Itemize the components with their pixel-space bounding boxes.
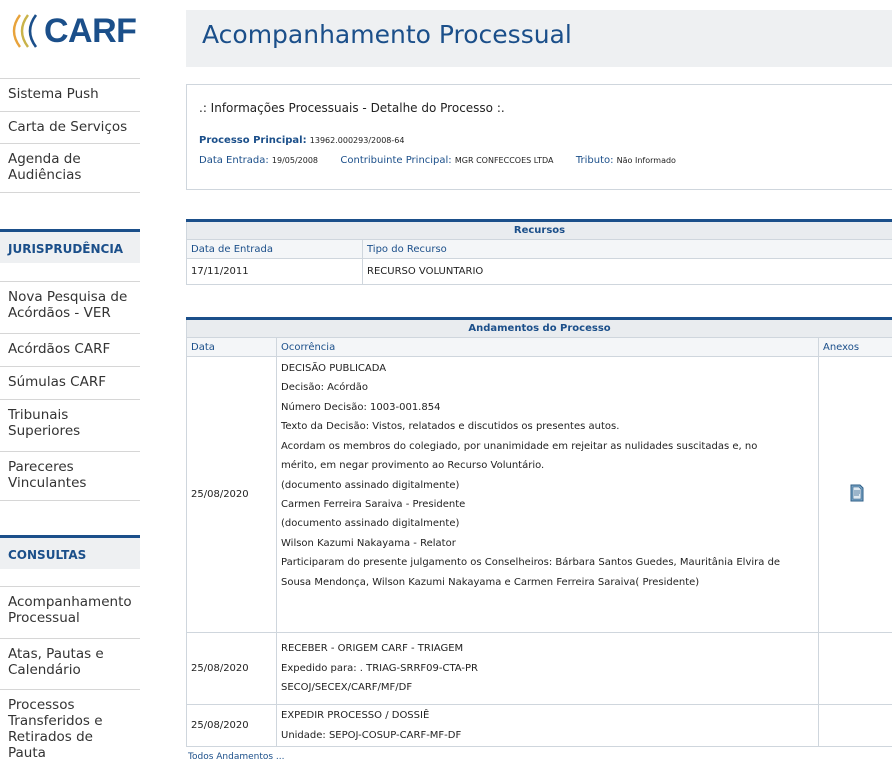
sidebar-item-agenda-audiencias[interactable]: Agenda de Audiências <box>0 143 140 193</box>
processo-principal-value: 13962.000293/2008-64 <box>309 136 405 145</box>
sidebar-consultas-nav: Acompanhamento Processual Atas, Pautas e… <box>0 586 140 765</box>
ocorrencia-line: EXPEDIR PROCESSO / DOSSIÊ <box>281 710 430 722</box>
data-entrada-value: 19/05/2008 <box>271 156 319 165</box>
ocorrencia-line: DECISÃO PUBLICADA <box>281 363 387 375</box>
process-info-box: .: Informações Processuais - Detalhe do … <box>186 84 892 190</box>
processo-principal-label: Processo Principal: <box>199 135 307 146</box>
data-entrada-label: Data Entrada: <box>199 155 269 166</box>
sidebar-item-nova-pesquisa[interactable]: Nova Pesquisa de Acórdãos - VER <box>0 281 140 333</box>
andamentos-caption: Andamentos do Processo <box>185 317 892 338</box>
andamento-ocorrencia-cell: RECEBER - ORIGEM CARF - TRIAGEM Expedido… <box>276 632 819 705</box>
contribuinte-value: MGR CONFECCOES LTDA <box>454 156 554 165</box>
ocorrencia-line: Decisão: Acórdão <box>281 382 368 394</box>
ocorrencia-line: Acordam os membros do colegiado, por una… <box>281 440 758 452</box>
ocorrencia-line: (documento assinado digitalmente) <box>281 479 460 491</box>
table-row: 25/08/2020 DECISÃO PUBLICADA Decisão: Ac… <box>186 356 892 633</box>
andamento-anexos-cell <box>817 632 892 705</box>
ocorrencia-line: Unidade: SEPOJ-COSUP-CARF-MF-DF <box>281 729 462 741</box>
logo-text: CARF <box>44 11 137 50</box>
andamento-ocorrencia-cell: EXPEDIR PROCESSO / DOSSIÊ Unidade: SEPOJ… <box>276 704 819 747</box>
andamento-anexos-cell <box>817 356 892 633</box>
page-header: Acompanhamento Processual <box>186 10 892 67</box>
sidebar-item-sistema-push[interactable]: Sistema Push <box>0 78 140 111</box>
ocorrencia-line: Participaram do presente julgamento os C… <box>281 557 781 569</box>
recursos-caption: Recursos <box>186 219 892 240</box>
column-header-data-entrada: Data de Entrada <box>186 239 363 259</box>
ocorrencia-line: Número Decisão: 1003-001.854 <box>281 401 441 413</box>
sidebar-item-acordaos-carf[interactable]: Acórdãos CARF <box>0 333 140 366</box>
sidebar-top-nav: Sistema Push Carta de Serviços Agenda de… <box>0 78 140 193</box>
tributo-value: Não Informado <box>616 156 676 165</box>
andamento-ocorrencia-cell: DECISÃO PUBLICADA Decisão: Acórdão Númer… <box>276 356 819 633</box>
andamento-anexos-cell <box>817 704 892 747</box>
carf-logo[interactable]: CARF <box>8 6 137 56</box>
ocorrencia-line: RECEBER - ORIGEM CARF - TRIAGEM <box>281 643 464 655</box>
ocorrencia-line: Wilson Kazumi Nakayama - Relator <box>281 537 456 549</box>
sidebar-item-carta-servicos[interactable]: Carta de Serviços <box>0 111 140 143</box>
andamento-data-cell: 25/08/2020 <box>186 632 277 705</box>
andamento-data-cell: 25/08/2020 <box>186 356 277 633</box>
info-title: .: Informações Processuais - Detalhe do … <box>199 101 505 115</box>
column-header-anexos: Anexos <box>817 337 892 357</box>
processo-principal-line: Processo Principal: 13962.000293/2008-64 <box>199 135 404 146</box>
column-header-data: Data <box>186 337 277 357</box>
recurso-data-cell: 17/11/2011 <box>186 258 363 285</box>
andamentos-table: Andamentos do Processo Data Ocorrência A… <box>185 317 892 747</box>
ocorrencia-line: Texto da Decisão: Vistos, relatados e di… <box>281 421 620 433</box>
sidebar-jurisprudencia-nav: Nova Pesquisa de Acórdãos - VER Acórdãos… <box>0 281 140 501</box>
sidebar-item-processos-transferidos[interactable]: Processos Transferidos e Retirados de Pa… <box>0 689 140 765</box>
table-row: 25/08/2020 RECEBER - ORIGEM CARF - TRIAG… <box>186 632 892 705</box>
sidebar-header-consultas: CONSULTAS <box>0 535 140 569</box>
sidebar-item-pareceres-vinculantes[interactable]: Pareceres Vinculantes <box>0 451 140 501</box>
ocorrencia-line: SECOJ/SECEX/CARF/MF/DF <box>281 682 413 694</box>
ocorrencia-line: Sousa Mendonça, Wilson Kazumi Nakayama e… <box>281 576 700 588</box>
sidebar-item-acompanhamento-processual[interactable]: Acompanhamento Processual <box>0 586 140 638</box>
todos-andamentos-link[interactable]: Todos Andamentos ... <box>188 752 285 762</box>
carf-logo-arcs-icon <box>12 14 38 48</box>
ocorrencia-line: Carmen Ferreira Saraiva - Presidente <box>281 498 466 510</box>
recursos-table: Recursos Data de Entrada Tipo do Recurso… <box>186 219 892 285</box>
process-details-line: Data Entrada: 19/05/2008 Contribuinte Pr… <box>199 155 676 166</box>
contribuinte-label: Contribuinte Principal: <box>340 155 452 166</box>
sidebar-item-tribunais-superiores[interactable]: Tribunais Superiores <box>0 399 140 451</box>
sidebar-item-sumulas-carf[interactable]: Súmulas CARF <box>0 366 140 399</box>
tributo-label: Tributo: <box>575 155 614 166</box>
ocorrencia-line: Expedido para: . TRIAG-SRRF09-CTA-PR <box>281 662 479 674</box>
table-row: 25/08/2020 EXPEDIR PROCESSO / DOSSIÊ Uni… <box>186 704 892 747</box>
column-header-tipo-recurso: Tipo do Recurso <box>362 239 892 259</box>
ocorrencia-line: mérito, em negar provimento ao Recurso V… <box>281 460 545 472</box>
column-header-ocorrencia: Ocorrência <box>276 337 819 357</box>
table-row: 17/11/2011 RECURSO VOLUNTARIO <box>186 258 892 285</box>
page-title: Acompanhamento Processual <box>202 20 572 49</box>
recurso-tipo-cell: RECURSO VOLUNTARIO <box>362 258 892 285</box>
ocorrencia-line: (documento assinado digitalmente) <box>281 518 460 530</box>
document-attachment-icon[interactable] <box>847 483 865 503</box>
sidebar: CARF Sistema Push Carta de Serviços Agen… <box>0 0 140 765</box>
sidebar-item-atas-pautas[interactable]: Atas, Pautas e Calendário <box>0 638 140 689</box>
sidebar-header-jurisprudencia: JURISPRUDÊNCIA <box>0 229 140 263</box>
andamento-data-cell: 25/08/2020 <box>186 704 277 747</box>
